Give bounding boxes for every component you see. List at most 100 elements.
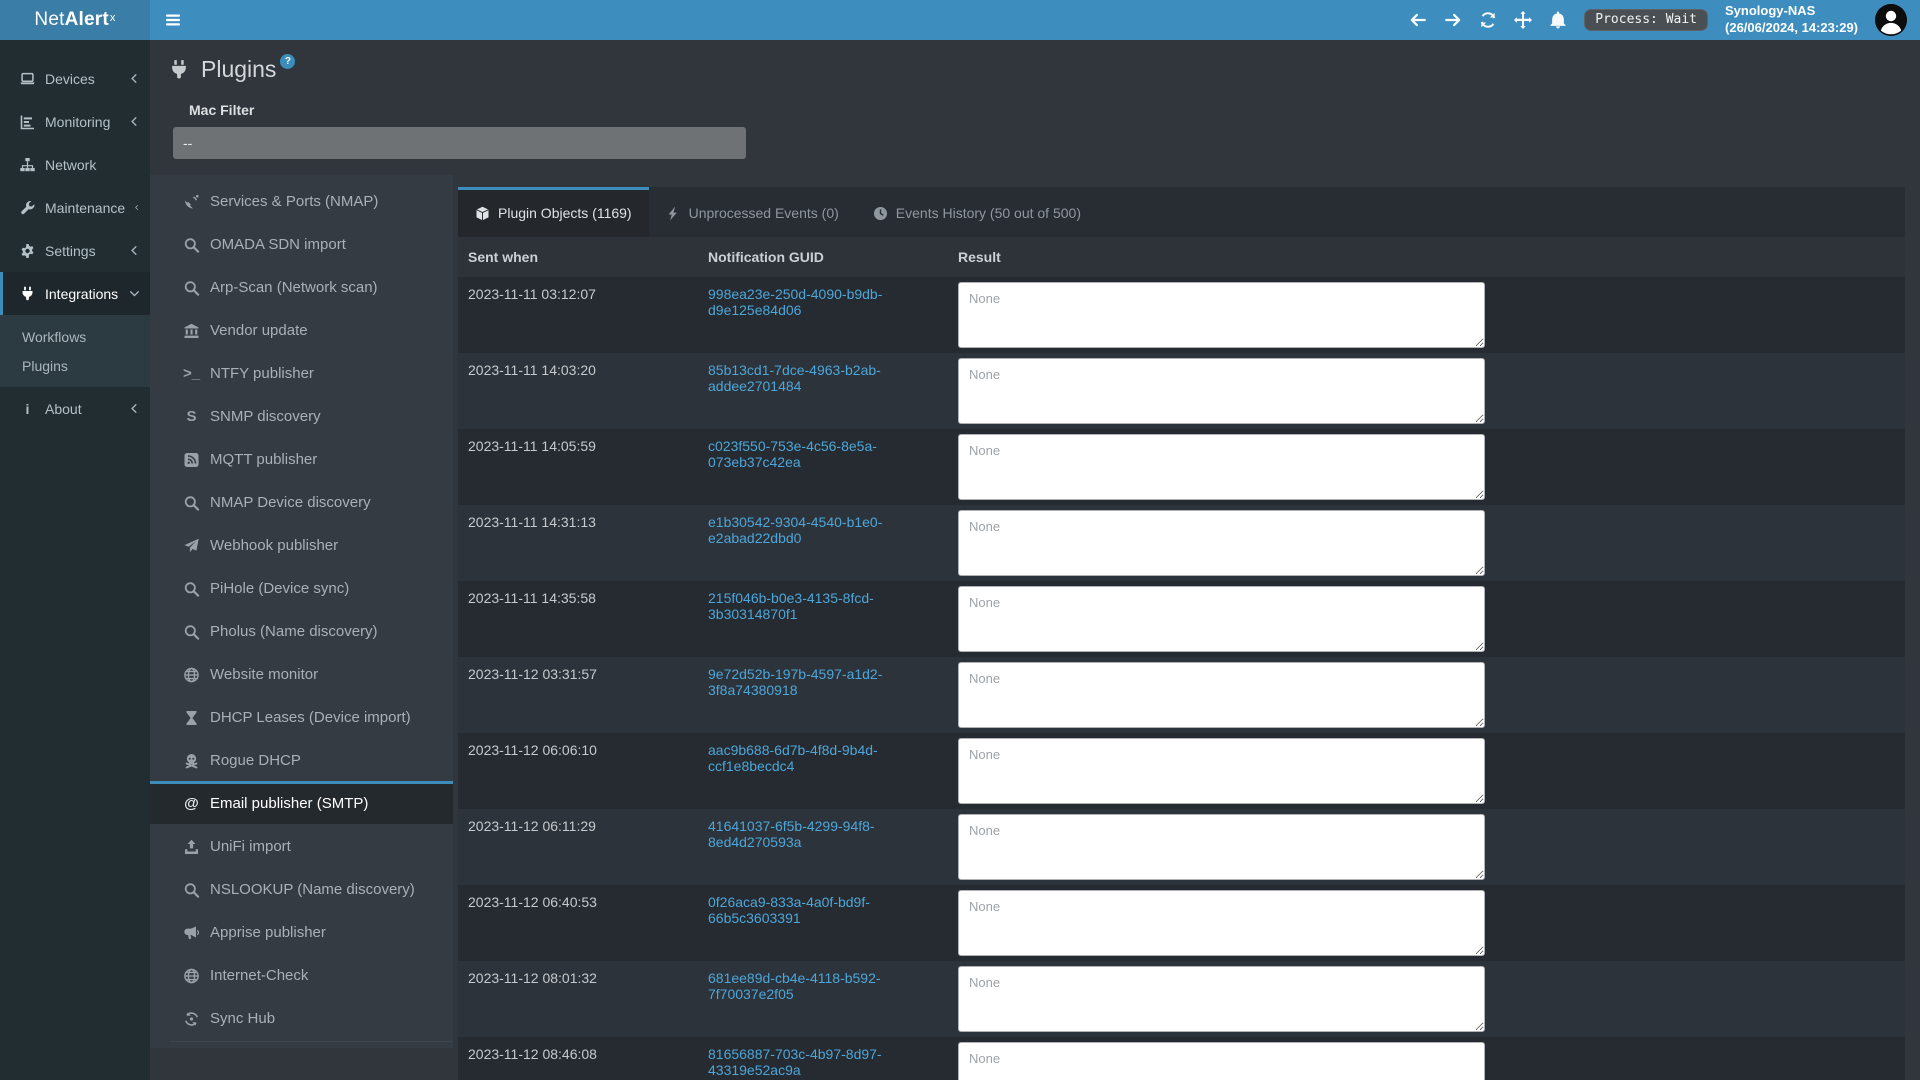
host-info: Synology-NAS (26/06/2024, 14:23:29) [1725, 3, 1858, 37]
clock-icon [873, 206, 888, 221]
plugin-item-label: OMADA SDN import [210, 236, 346, 253]
sidebar-item-settings[interactable]: Settings [0, 229, 150, 272]
tab-events-history-50-out-of-500[interactable]: Events History (50 out of 500) [856, 187, 1098, 237]
plugin-item-unifi-import[interactable]: UniFi import [150, 824, 453, 867]
result-textarea[interactable] [958, 814, 1485, 880]
sidebar-item-integrations[interactable]: Integrations [0, 272, 150, 315]
chevron-left-icon [129, 403, 140, 414]
tab-plugin-objects-1169[interactable]: Plugin Objects (1169) [458, 187, 649, 237]
panel-divider [170, 1041, 453, 1042]
plugin-item-services-ports-nmap[interactable]: Services & Ports (NMAP) [150, 179, 453, 222]
table-row: 2023-11-12 06:06:10 aac9b688-6d7b-4f8d-9… [458, 733, 1905, 809]
search-icon [183, 237, 200, 253]
plugin-item-nslookup-name-discovery[interactable]: NSLOOKUP (Name discovery) [150, 867, 453, 910]
s-icon: S [183, 409, 200, 425]
host-name: Synology-NAS [1725, 3, 1858, 20]
brand-bold: Alert [65, 9, 109, 31]
notification-guid-link[interactable]: c023f550-753e-4c56-8e5a-073eb37c42ea [708, 438, 877, 470]
plugin-item-pholus-name-discovery[interactable]: Pholus (Name discovery) [150, 609, 453, 652]
sidebar-item-monitoring[interactable]: Monitoring [0, 100, 150, 143]
plugin-item-arp-scan-network-scan[interactable]: Arp-Scan (Network scan) [150, 265, 453, 308]
plugin-item-vendor-update[interactable]: Vendor update [150, 308, 453, 351]
sidebar-item-about[interactable]: i About [0, 387, 150, 430]
sidebar-item-plugins[interactable]: Plugins [0, 351, 150, 380]
result-textarea[interactable] [958, 358, 1485, 424]
user-avatar[interactable] [1875, 4, 1907, 36]
search-icon [183, 495, 200, 511]
process-status-badge[interactable]: Process: Wait [1584, 9, 1708, 31]
notification-guid-link[interactable]: 998ea23e-250d-4090-b9db-d9e125e84d06 [708, 286, 882, 318]
tab-unprocessed-events-0[interactable]: Unprocessed Events (0) [649, 187, 856, 237]
result-textarea[interactable] [958, 586, 1485, 652]
notification-guid-link[interactable]: 0f26aca9-833a-4a0f-bd9f-66b5c3603391 [708, 894, 870, 926]
sidebar-submenu: WorkflowsPlugins [0, 315, 150, 387]
result-textarea[interactable] [958, 738, 1485, 804]
sent-when-cell: 2023-11-12 08:01:32 [468, 961, 708, 1037]
plugin-item-omada-sdn-import[interactable]: OMADA SDN import [150, 222, 453, 265]
mac-filter-input[interactable] [173, 127, 746, 159]
notification-guid-link[interactable]: 9e72d52b-197b-4597-a1d2-3f8a74380918 [708, 666, 882, 698]
result-textarea[interactable] [958, 662, 1485, 728]
plugin-item-ntfy-publisher[interactable]: >_ NTFY publisher [150, 351, 453, 394]
notification-guid-link[interactable]: 81656887-703c-4b97-8d97-43319e52ac9a [708, 1046, 882, 1078]
sidebar-item-maintenance[interactable]: Maintenance [0, 186, 150, 229]
notification-guid-link[interactable]: e1b30542-9304-4540-b1e0-e2abad22dbd0 [708, 514, 882, 546]
sidebar-item-network[interactable]: Network [0, 143, 150, 186]
plane-icon [183, 538, 200, 554]
result-textarea[interactable] [958, 1042, 1485, 1080]
forward-arrow-icon[interactable] [1444, 11, 1462, 29]
sidebar-item-label: Monitoring [45, 114, 110, 130]
plugin-item-label: NTFY publisher [210, 365, 314, 382]
app-logo[interactable]: NetAlertx [0, 0, 150, 40]
result-textarea[interactable] [958, 282, 1485, 348]
plugin-item-label: Website monitor [210, 666, 318, 683]
sidebar-item-label: Maintenance [45, 200, 125, 216]
sent-when-cell: 2023-11-11 14:35:58 [468, 581, 708, 657]
sidebar-toggle-button[interactable] [150, 0, 196, 40]
sync-icon [183, 1011, 200, 1027]
plugin-item-pihole-device-sync[interactable]: PiHole (Device sync) [150, 566, 453, 609]
table-row: 2023-11-11 03:12:07 998ea23e-250d-4090-b… [458, 277, 1905, 353]
tab-label: Events History (50 out of 500) [896, 205, 1081, 221]
notification-guid-link[interactable]: aac9b688-6d7b-4f8d-9b4d-ccf1e8becdc4 [708, 742, 878, 774]
result-textarea[interactable] [958, 966, 1485, 1032]
plugin-item-snmp-discovery[interactable]: S SNMP discovery [150, 394, 453, 437]
sidebar-item-label: Network [45, 157, 96, 173]
info-icon: i [19, 401, 36, 417]
page-title: Plugins ? [168, 55, 1920, 85]
sent-when-cell: 2023-11-11 03:12:07 [468, 277, 708, 353]
megaphone-icon [183, 925, 200, 941]
top-navbar: NetAlertx Process: Wait Synology-NAS (26… [0, 0, 1920, 40]
plugin-item-internet-check[interactable]: Internet-Check [150, 953, 453, 996]
page-title-text: Plugins [201, 55, 276, 85]
back-arrow-icon[interactable] [1409, 11, 1427, 29]
notifications-bell-icon[interactable] [1549, 11, 1567, 29]
plugin-item-mqtt-publisher[interactable]: MQTT publisher [150, 437, 453, 480]
notification-guid-link[interactable]: 681ee89d-cb4e-4118-b592-7f70037e2f05 [708, 970, 881, 1002]
plugin-item-webhook-publisher[interactable]: Webhook publisher [150, 523, 453, 566]
plugin-item-website-monitor[interactable]: Website monitor [150, 652, 453, 695]
notification-guid-link[interactable]: 41641037-6f5b-4299-94f8-8ed4d270593a [708, 818, 875, 850]
plugin-item-dhcp-leases-device-import[interactable]: DHCP Leases (Device import) [150, 695, 453, 738]
result-textarea[interactable] [958, 890, 1485, 956]
sidebar-item-devices[interactable]: Devices [0, 57, 150, 100]
move-arrows-icon[interactable] [1514, 11, 1532, 29]
notification-guid-link[interactable]: 85b13cd1-7dce-4963-b2ab-addee2701484 [708, 362, 881, 394]
globe-icon [183, 968, 200, 984]
plugin-item-nmap-device-discovery[interactable]: NMAP Device discovery [150, 480, 453, 523]
plugin-item-rogue-dhcp[interactable]: Rogue DHCP [150, 738, 453, 781]
plugin-item-label: Webhook publisher [210, 537, 338, 554]
plugin-item-label: MQTT publisher [210, 451, 317, 468]
plugin-item-email-publisher-smtp[interactable]: @ Email publisher (SMTP) [150, 781, 453, 824]
plugin-item-sync-hub[interactable]: Sync Hub [150, 996, 453, 1039]
notification-guid-link[interactable]: 215f046b-b0e3-4135-8fcd-3b30314870f1 [708, 590, 874, 622]
plugin-item-apprise-publisher[interactable]: Apprise publisher [150, 910, 453, 953]
search-icon [183, 882, 200, 898]
result-textarea[interactable] [958, 510, 1485, 576]
col-result: Result [958, 249, 1905, 265]
bolt-icon [666, 206, 681, 221]
sidebar-item-workflows[interactable]: Workflows [0, 322, 150, 351]
refresh-icon[interactable] [1479, 11, 1497, 29]
help-badge[interactable]: ? [280, 54, 295, 69]
result-textarea[interactable] [958, 434, 1485, 500]
